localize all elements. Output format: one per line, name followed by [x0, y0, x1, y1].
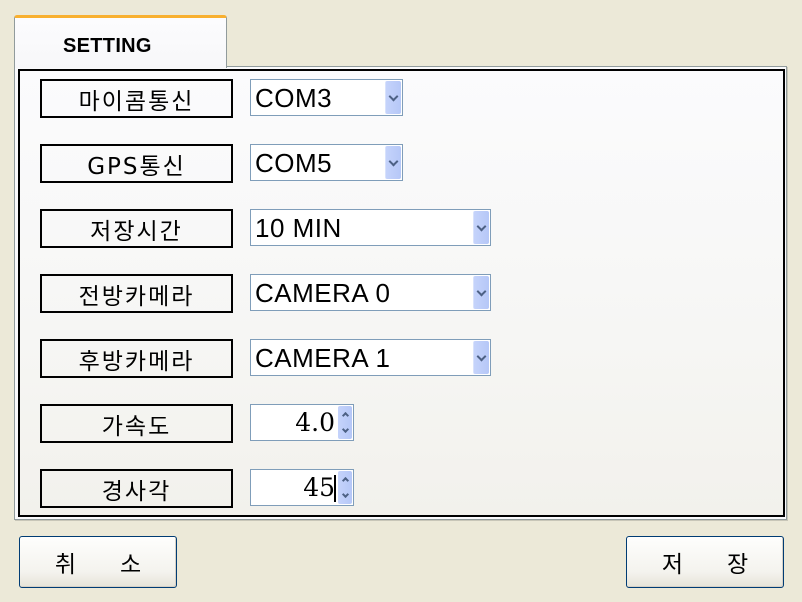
chevron-down-icon — [341, 425, 349, 433]
save-time-label: 저장시간 — [40, 209, 233, 248]
chevron-down-icon — [388, 91, 399, 101]
tilt-angle-value: 45 — [303, 473, 335, 502]
acceleration-value: 4.0 — [295, 408, 335, 437]
chevron-down-icon — [388, 156, 399, 166]
rear-camera-dropdown-button[interactable] — [473, 341, 489, 374]
front-camera-dropdown-button[interactable] — [473, 276, 489, 309]
chevron-down-icon — [476, 351, 487, 361]
chevron-up-icon — [341, 477, 349, 485]
text-caret — [334, 475, 336, 502]
chevron-up-icon — [341, 412, 349, 420]
save-button-char1: 저 — [661, 552, 683, 578]
cancel-button-char1: 취 — [54, 552, 76, 578]
acceleration-spinner[interactable]: 4.0 — [250, 404, 354, 441]
tab-setting[interactable]: SETTING — [14, 15, 227, 68]
chevron-down-icon — [341, 490, 349, 498]
chevron-down-icon — [476, 286, 487, 296]
gps-comm-dropdown-button[interactable] — [385, 146, 401, 179]
tilt-angle-spinner[interactable]: 45 — [250, 469, 354, 506]
chevron-down-icon — [476, 221, 487, 231]
save-time-value: 10 MIN — [255, 213, 342, 243]
front-camera-value: CAMERA 0 — [255, 278, 391, 308]
cancel-button[interactable]: 취 소 — [19, 536, 177, 588]
acceleration-spin-buttons — [338, 406, 352, 439]
gps-comm-select[interactable]: COM5 — [250, 144, 403, 181]
acceleration-increment-button[interactable] — [338, 406, 352, 423]
acceleration-decrement-button[interactable] — [338, 423, 352, 440]
rear-camera-label: 후방카메라 — [40, 339, 233, 378]
micom-comm-value: COM3 — [255, 83, 333, 113]
save-button[interactable]: 저 장 — [626, 536, 784, 588]
front-camera-select[interactable]: CAMERA 0 — [250, 274, 491, 311]
tab-setting-label: SETTING — [63, 35, 152, 57]
tilt-angle-increment-button[interactable] — [338, 471, 352, 488]
tilt-angle-decrement-button[interactable] — [338, 488, 352, 505]
tilt-angle-spin-buttons — [338, 471, 352, 504]
cancel-button-char2: 소 — [120, 552, 142, 578]
tilt-angle-label: 경사각 — [40, 469, 233, 508]
save-time-dropdown-button[interactable] — [473, 211, 489, 244]
save-time-select[interactable]: 10 MIN — [250, 209, 491, 246]
acceleration-label: 가속도 — [40, 404, 233, 443]
micom-comm-label: 마이콤통신 — [40, 79, 233, 118]
micom-comm-select[interactable]: COM3 — [250, 79, 403, 116]
gps-comm-value: COM5 — [255, 148, 333, 178]
save-button-char2: 장 — [727, 552, 749, 578]
micom-comm-dropdown-button[interactable] — [385, 81, 401, 114]
gps-comm-label: GPS통신 — [40, 144, 233, 183]
rear-camera-value: CAMERA 1 — [255, 343, 391, 373]
rear-camera-select[interactable]: CAMERA 1 — [250, 339, 491, 376]
front-camera-label: 전방카메라 — [40, 274, 233, 313]
